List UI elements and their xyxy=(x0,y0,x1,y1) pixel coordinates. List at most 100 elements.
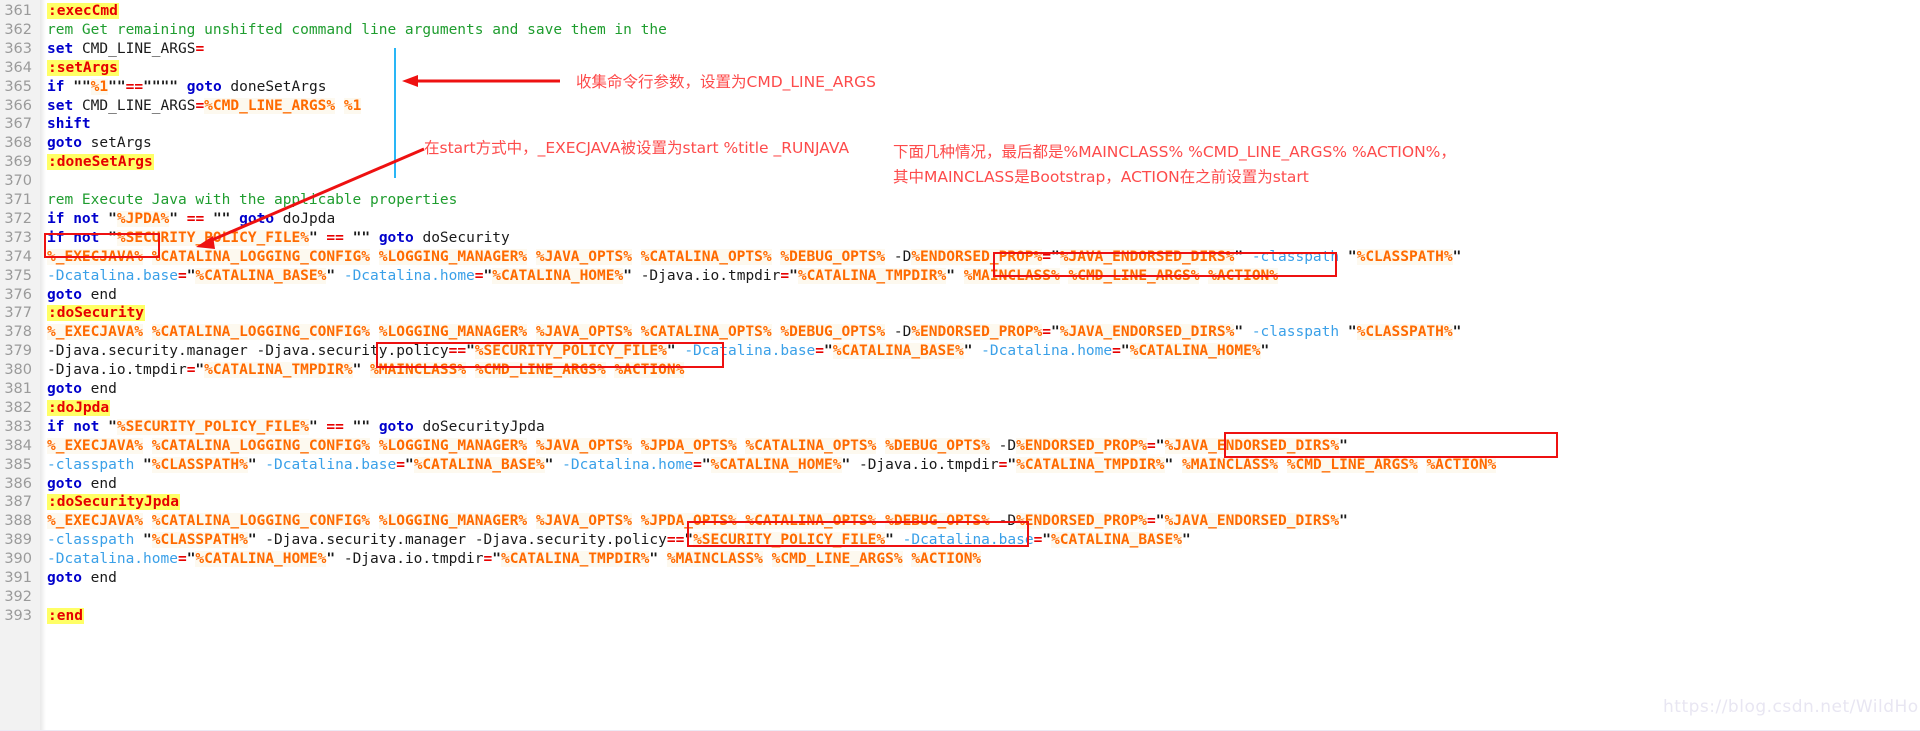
code-line[interactable]: 386 goto end xyxy=(0,475,1920,494)
line-code[interactable]: if ""%1""=="""" goto doneSetArgs xyxy=(47,78,326,97)
line-code[interactable]: -Djava.io.tmpdir="%CATALINA_TMPDIR%" %MA… xyxy=(47,361,685,380)
line-code[interactable]: rem Get remaining unshifted command line… xyxy=(47,21,667,40)
annotation-collect-args: 收集命令行参数，设置为CMD_LINE_ARGS xyxy=(576,73,876,91)
line-code[interactable]: :doJpda xyxy=(47,399,111,418)
line-number: 391 xyxy=(4,570,32,586)
line-number: 364 xyxy=(4,59,32,76)
code-line[interactable]: 362 rem Get remaining unshifted command l… xyxy=(0,21,1920,40)
code-line[interactable]: 391 goto end xyxy=(0,569,1920,588)
line-number: 385 xyxy=(4,456,32,473)
code-line[interactable]: 375 -Dcatalina.base="%CATALINA_BASE%" -Dc… xyxy=(0,267,1920,286)
line-code[interactable]: if not "%JPDA%" == "" goto doJpda xyxy=(47,210,335,229)
line-code[interactable]: goto end xyxy=(47,569,117,588)
line-number: 368 xyxy=(4,135,32,152)
watermark: https://blog.csdn.net/WildHorse xyxy=(1663,697,1920,717)
line-code[interactable]: :doneSetArgs xyxy=(47,153,154,172)
code-line[interactable]: 374 %_EXECJAVA% %CATALINA_LOGGING_CONFIG%… xyxy=(0,248,1920,267)
code-line[interactable]: 392 xyxy=(0,588,1920,607)
line-code[interactable]: :execCmd xyxy=(47,2,119,21)
code-line[interactable]: 366 set CMD_LINE_ARGS=%CMD_LINE_ARGS% %1 xyxy=(0,97,1920,116)
line-code[interactable]: :setArgs xyxy=(47,59,119,78)
line-code[interactable]: if not "%SECURITY_POLICY_FILE%" == "" go… xyxy=(47,229,510,248)
line-code[interactable]: -Djava.security.manager -Djava.security.… xyxy=(47,342,1269,361)
line-code[interactable]: %_EXECJAVA% %CATALINA_LOGGING_CONFIG% %L… xyxy=(47,512,1348,531)
line-code[interactable]: %_EXECJAVA% %CATALINA_LOGGING_CONFIG% %L… xyxy=(47,323,1461,342)
line-number: 390 xyxy=(4,551,32,568)
line-code[interactable]: -Dcatalina.base="%CATALINA_BASE%" -Dcata… xyxy=(47,267,1279,286)
code-line[interactable]: 380 -Djava.io.tmpdir="%CATALINA_TMPDIR%" … xyxy=(0,361,1920,380)
line-number: 379 xyxy=(4,343,32,360)
line-code[interactable]: :end xyxy=(47,607,84,626)
line-number: 382 xyxy=(4,399,32,416)
line-number: 378 xyxy=(4,324,32,341)
code-line[interactable]: 388 %_EXECJAVA% %CATALINA_LOGGING_CONFIG%… xyxy=(0,512,1920,531)
line-number: 369 xyxy=(4,154,32,171)
line-code[interactable]: %_EXECJAVA% %CATALINA_LOGGING_CONFIG% %L… xyxy=(47,248,1461,267)
blue-guide-line xyxy=(394,48,396,178)
code-screenshot: 361 :execCmd 362 rem Get remaining unshifte… xyxy=(0,0,1920,731)
line-number: 393 xyxy=(4,607,32,624)
line-code[interactable]: goto end xyxy=(47,475,117,494)
code-line[interactable]: 363 set CMD_LINE_ARGS= xyxy=(0,40,1920,59)
code-line[interactable]: 377 :doSecurity xyxy=(0,304,1920,323)
code-line[interactable]: 383 if not "%SECURITY_POLICY_FILE%" == ""… xyxy=(0,418,1920,437)
line-code[interactable]: if not "%SECURITY_POLICY_FILE%" == "" go… xyxy=(47,418,545,437)
code-line[interactable]: 384 %_EXECJAVA% %CATALINA_LOGGING_CONFIG%… xyxy=(0,437,1920,456)
line-code[interactable]: -classpath "%CLASSPATH%" -Djava.security… xyxy=(47,531,1191,550)
line-code[interactable]: goto setArgs xyxy=(47,134,152,153)
code-line[interactable]: 382 :doJpda xyxy=(0,399,1920,418)
code-line[interactable]: 361 :execCmd xyxy=(0,2,1920,21)
code-line[interactable]: 364 :setArgs xyxy=(0,59,1920,78)
code-line[interactable]: 393 :end xyxy=(0,607,1920,626)
line-number: 375 xyxy=(4,267,32,284)
code-line[interactable]: 381 goto end xyxy=(0,380,1920,399)
line-code[interactable]: :doSecurityJpda xyxy=(47,493,180,512)
annotation-mainclass-note-line2: 其中MAINCLASS是Bootstrap，ACTION在之前设置为start xyxy=(893,168,1309,186)
line-code[interactable]: goto end xyxy=(47,380,117,399)
line-number: 374 xyxy=(4,248,32,265)
code-line[interactable]: 379 -Djava.security.manager -Djava.securi… xyxy=(0,342,1920,361)
code-line[interactable]: 389 -classpath "%CLASSPATH%" -Djava.secur… xyxy=(0,531,1920,550)
line-number: 383 xyxy=(4,418,32,435)
code-line[interactable]: 371 rem Execute Java with the applicable … xyxy=(0,191,1920,210)
line-number: 381 xyxy=(4,381,32,397)
line-number: 372 xyxy=(4,210,32,227)
annotation-mainclass-note-line1: 下面几种情况，最后都是%MAINCLASS% %CMD_LINE_ARGS% %… xyxy=(893,143,1456,161)
code-line[interactable]: 376 goto end xyxy=(0,286,1920,305)
line-code[interactable]: shift xyxy=(47,115,91,134)
line-number: 387 xyxy=(4,494,32,511)
code-line[interactable]: 373 if not "%SECURITY_POLICY_FILE%" == ""… xyxy=(0,229,1920,248)
line-code[interactable]: set CMD_LINE_ARGS= xyxy=(47,40,204,59)
line-number: 389 xyxy=(4,532,32,549)
line-number: 373 xyxy=(4,229,32,246)
code-line[interactable]: 365 if ""%1""=="""" goto doneSetArgs xyxy=(0,78,1920,97)
line-number: 376 xyxy=(4,286,32,303)
line-number: 371 xyxy=(4,192,32,208)
code-line[interactable]: 387 :doSecurityJpda xyxy=(0,493,1920,512)
annotation-execjava-start: 在start方式中，_EXECJAVA被设置为start %title _RUN… xyxy=(424,139,850,157)
code-line[interactable]: 385 -classpath "%CLASSPATH%" -Dcatalina.b… xyxy=(0,456,1920,475)
line-code[interactable]: rem Execute Java with the applicable pro… xyxy=(47,191,457,210)
line-number: 386 xyxy=(4,475,32,492)
line-number: 392 xyxy=(4,588,32,605)
line-number: 363 xyxy=(4,40,32,57)
line-number: 366 xyxy=(4,97,32,114)
code-line[interactable]: 367 shift xyxy=(0,115,1920,134)
code-line[interactable]: 378 %_EXECJAVA% %CATALINA_LOGGING_CONFIG%… xyxy=(0,323,1920,342)
line-number: 370 xyxy=(4,173,32,190)
line-code[interactable]: -classpath "%CLASSPATH%" -Dcatalina.base… xyxy=(47,456,1497,475)
line-code[interactable]: goto end xyxy=(47,286,117,305)
line-number: 361 xyxy=(4,3,32,19)
code-line[interactable]: 390 -Dcatalina.home="%CATALINA_HOME%" -Dj… xyxy=(0,550,1920,569)
line-number: 365 xyxy=(4,78,32,95)
line-number: 362 xyxy=(4,21,32,38)
line-number: 388 xyxy=(4,513,32,530)
line-code[interactable]: %_EXECJAVA% %CATALINA_LOGGING_CONFIG% %L… xyxy=(47,437,1348,456)
line-code[interactable]: -Dcatalina.home="%CATALINA_HOME%" -Djava… xyxy=(47,550,982,569)
line-code[interactable]: set CMD_LINE_ARGS=%CMD_LINE_ARGS% %1 xyxy=(47,97,362,116)
line-number: 380 xyxy=(4,362,32,379)
line-number: 367 xyxy=(4,116,32,133)
line-number: 377 xyxy=(4,305,32,322)
code-line[interactable]: 372 if not "%JPDA%" == "" goto doJpda xyxy=(0,210,1920,229)
line-code[interactable]: :doSecurity xyxy=(47,304,146,323)
